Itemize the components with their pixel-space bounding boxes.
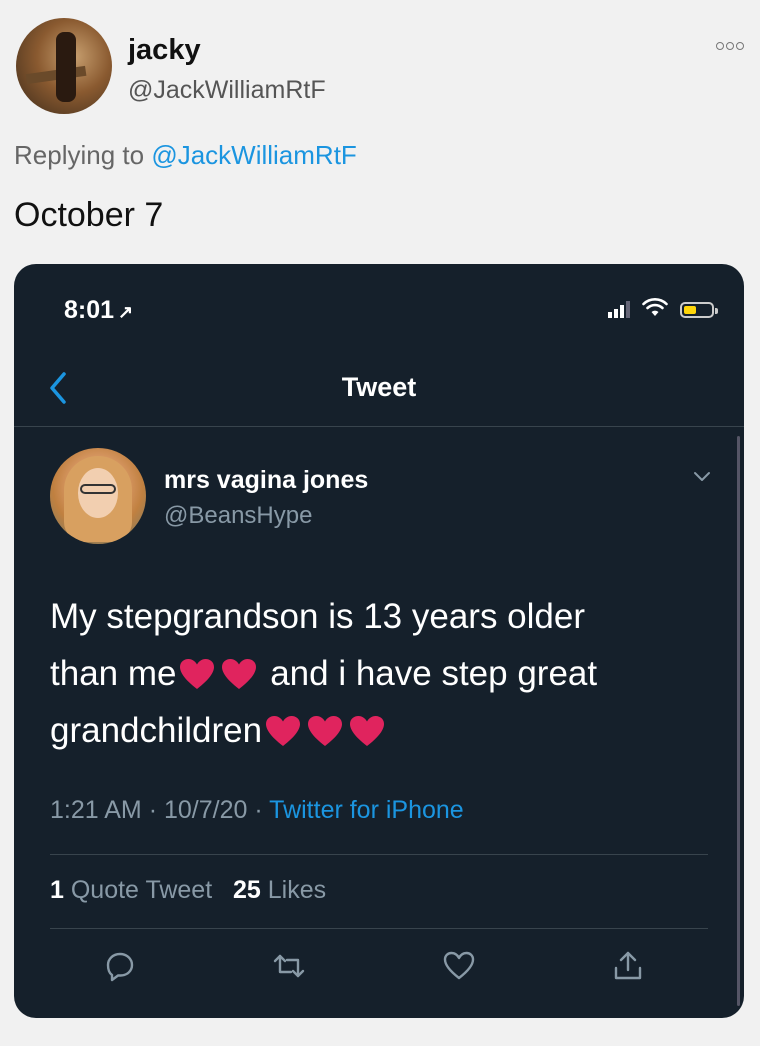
likes-label: Likes: [267, 876, 327, 904]
red-heart-icon: [222, 659, 257, 689]
quote-label: Quote Tweet: [70, 876, 213, 904]
status-bar-icons: [608, 298, 718, 318]
wifi-icon: [642, 298, 668, 316]
tweet-text-segment: and i have step great: [270, 654, 598, 693]
divider: [50, 928, 708, 929]
tweet-author-handle[interactable]: @BeansHype: [164, 502, 312, 530]
quote-tweets-link[interactable]: 1 Quote Tweet: [50, 876, 212, 904]
tweet-line: than me and i have step great: [50, 645, 710, 702]
tweet-meta: 1:21 AM · 10/7/20 · Twitter for iPhone: [50, 796, 464, 825]
author-name[interactable]: jacky: [128, 34, 201, 67]
likes-link[interactable]: 25 Likes: [233, 876, 326, 904]
embedded-screenshot: 8:01 ↗ Tweet mrs vagina jones @BeansHype…: [14, 264, 744, 1018]
nav-divider: [14, 426, 744, 427]
red-heart-icon: [180, 659, 215, 689]
tweet-actions: [104, 950, 644, 982]
tweet-time: 1:21 AM: [50, 796, 142, 824]
red-heart-icon: [308, 716, 343, 746]
meta-separator: ·: [148, 796, 158, 824]
retweet-icon[interactable]: [273, 950, 305, 982]
status-bar-time: 8:01 ↗: [64, 296, 133, 325]
tweet-author-name[interactable]: mrs vagina jones: [164, 466, 368, 495]
nav-title: Tweet: [341, 372, 417, 402]
replying-mention-link[interactable]: @JackWilliamRtF: [151, 140, 357, 170]
location-arrow-icon: ↗: [118, 302, 134, 322]
chevron-down-icon[interactable]: [692, 470, 712, 484]
tweet-author-avatar[interactable]: [50, 448, 146, 544]
status-time-text: 8:01: [64, 296, 115, 324]
meta-separator: ·: [254, 796, 263, 824]
tweet-stats: 1 Quote Tweet 25 Likes: [50, 876, 326, 905]
author-avatar[interactable]: [16, 18, 112, 114]
reply-text: October 7: [14, 196, 164, 234]
scrollbar[interactable]: [737, 436, 740, 1006]
tweet-text-segment: grandchildren: [50, 711, 263, 750]
author-handle[interactable]: @JackWilliamRtF: [128, 76, 326, 105]
reply-icon[interactable]: [104, 950, 136, 982]
reply-tweet: jacky @JackWilliamRtF Replying to @JackW…: [0, 0, 760, 1046]
likes-count: 25: [233, 876, 261, 904]
signal-icon: [608, 300, 630, 318]
share-icon[interactable]: [612, 950, 644, 982]
divider: [50, 854, 708, 855]
more-icon[interactable]: [716, 42, 744, 50]
tweet-line: My stepgrandson is 13 years older: [50, 597, 585, 636]
tweet-source-link[interactable]: Twitter for iPhone: [269, 796, 464, 824]
quote-count: 1: [50, 876, 64, 904]
tweet-text: My stepgrandson is 13 years older than m…: [50, 588, 710, 759]
battery-icon: [680, 302, 718, 318]
red-heart-icon: [266, 716, 301, 746]
heart-icon[interactable]: [443, 950, 475, 982]
red-heart-icon: [350, 716, 385, 746]
tweet-text-segment: than me: [50, 654, 177, 693]
tweet-line: grandchildren: [50, 702, 710, 759]
replying-prefix: Replying to: [14, 140, 145, 170]
tweet-date: 10/7/20: [163, 796, 248, 824]
replying-to: Replying to @JackWilliamRtF: [14, 140, 357, 171]
